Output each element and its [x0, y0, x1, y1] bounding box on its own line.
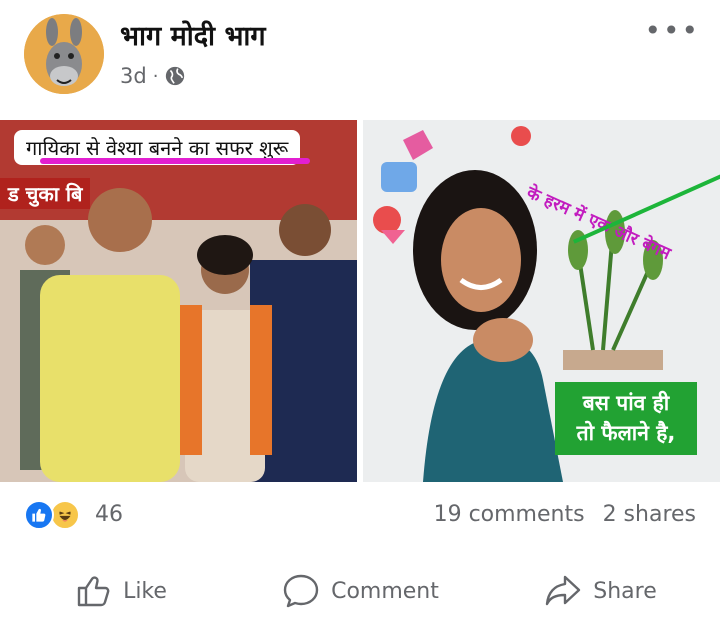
globe-icon	[166, 66, 185, 86]
comment-label: Comment	[331, 578, 439, 604]
reaction-count[interactable]: 46	[95, 502, 123, 527]
page-name[interactable]: भाग मोदी भाग	[120, 16, 266, 53]
green-caption-line2: तो फैलाने है,	[576, 421, 676, 446]
comment-button[interactable]: Comment	[240, 556, 480, 626]
like-button[interactable]: Like	[0, 556, 240, 626]
share-label: Share	[593, 578, 657, 604]
green-caption-box: बस पांव ही तो फैलाने है,	[555, 382, 697, 455]
page-avatar[interactable]	[24, 14, 104, 94]
reaction-bar: 46 19 comments 2 shares	[0, 490, 720, 542]
post-header: भाग मोदी भाग 3d · •••	[0, 0, 720, 118]
action-bar: Like Comment Share	[0, 556, 720, 626]
haha-reaction-icon	[50, 500, 80, 530]
comments-count[interactable]: 19 comments	[434, 502, 585, 527]
photo-right[interactable]: के हरम में एक और बेगम बस पांव ही तो फैला…	[363, 120, 720, 482]
share-arrow-icon	[546, 575, 581, 606]
photo-left[interactable]: ड चुका बि गायिका से वेश्या बनने का सफर श…	[0, 120, 357, 482]
like-label: Like	[123, 578, 167, 604]
more-options-icon[interactable]: •••	[644, 14, 700, 47]
event-photo-illustration	[0, 120, 357, 482]
post-photos: ड चुका बि गायिका से वेश्या बनने का सफर श…	[0, 120, 720, 482]
reaction-icons[interactable]	[24, 500, 80, 530]
background-banner-text: ड चुका बि	[0, 178, 91, 209]
share-button[interactable]: Share	[480, 556, 720, 626]
like-reaction-icon	[24, 500, 54, 530]
caption-underline	[40, 158, 310, 164]
thumbs-up-icon	[77, 576, 110, 607]
post-time[interactable]: 3d	[120, 64, 147, 88]
comment-bubble-icon	[283, 574, 319, 608]
post-stats: 19 comments 2 shares	[434, 502, 696, 527]
green-caption-line1: बस पांव ही	[582, 391, 670, 415]
post-meta: 3d ·	[120, 64, 186, 88]
meta-separator: ·	[152, 65, 159, 87]
shares-count[interactable]: 2 shares	[603, 502, 696, 527]
donkey-avatar-icon	[24, 14, 104, 94]
